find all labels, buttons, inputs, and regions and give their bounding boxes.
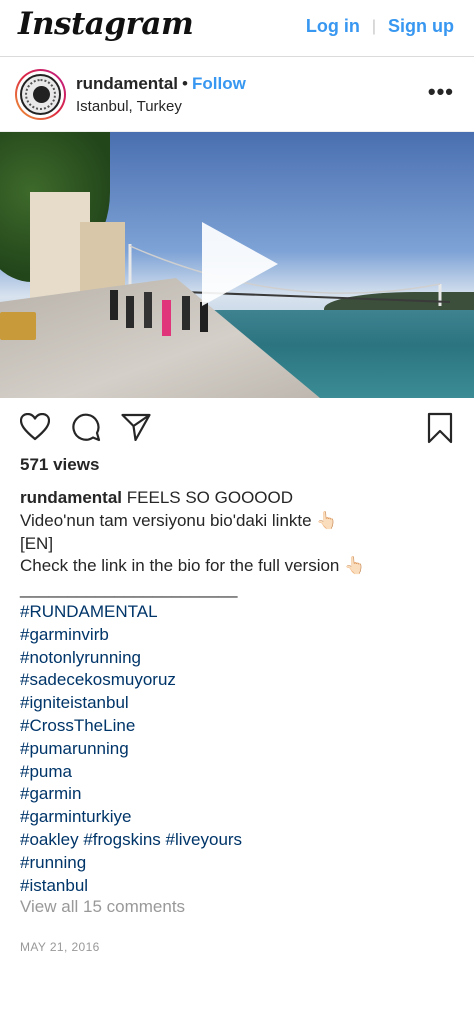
view-all-comments-link[interactable]: View all 15 comments bbox=[20, 897, 185, 917]
share-icon[interactable] bbox=[121, 413, 151, 441]
hashtag-link[interactable]: #RUNDAMENTAL bbox=[20, 601, 460, 624]
more-options-icon[interactable]: ••• bbox=[428, 79, 454, 105]
caption-line: Video'nun tam versiyonu bio'daki linkte … bbox=[20, 510, 338, 530]
comment-icon[interactable] bbox=[71, 412, 101, 442]
caption-text: FEELS SO GOOOOD bbox=[126, 488, 294, 507]
dot-separator: • bbox=[182, 74, 188, 93]
caption-line: Check the link in the bio for the full v… bbox=[20, 556, 366, 576]
play-icon[interactable] bbox=[202, 222, 278, 306]
video-player[interactable] bbox=[0, 132, 474, 398]
account-line: rundamental • Follow bbox=[76, 74, 246, 94]
auth-separator: | bbox=[371, 17, 376, 35]
post-location[interactable]: Istanbul, Turkey bbox=[76, 98, 182, 115]
hashtag-link[interactable]: #oakley #frogskins #liveyours bbox=[20, 829, 460, 852]
hashtag-link[interactable]: #garminvirb bbox=[20, 624, 460, 647]
instagram-logo[interactable]: Instagram bbox=[18, 6, 194, 42]
hashtag-link[interactable]: #sadecekosmuyoruz bbox=[20, 669, 460, 692]
heart-icon[interactable] bbox=[20, 413, 50, 441]
hashtag-link[interactable]: #istanbul bbox=[20, 875, 460, 898]
caption-username[interactable]: rundamental bbox=[20, 488, 122, 507]
post-caption: rundamental FEELS SO GOOOOD Video'nun ta… bbox=[20, 487, 460, 897]
hashtag-link[interactable]: #CrossTheLine bbox=[20, 715, 460, 738]
hashtag-link[interactable]: #garminturkiye bbox=[20, 806, 460, 829]
hashtag-link[interactable]: #running bbox=[20, 852, 460, 875]
hashtag-link[interactable]: #igniteistanbul bbox=[20, 692, 460, 715]
caption-line: _______________________ bbox=[20, 579, 238, 599]
bookmark-icon[interactable] bbox=[427, 412, 453, 444]
post-actions bbox=[0, 410, 474, 446]
post-username[interactable]: rundamental bbox=[76, 74, 178, 93]
signup-link[interactable]: Sign up bbox=[388, 16, 454, 37]
follow-button[interactable]: Follow bbox=[192, 74, 246, 93]
hashtag-link[interactable]: #garmin bbox=[20, 783, 460, 806]
avatar[interactable] bbox=[15, 69, 66, 120]
post-header: rundamental • Follow Istanbul, Turkey ••• bbox=[0, 57, 474, 132]
top-navigation-bar: Instagram Log in | Sign up bbox=[0, 0, 474, 57]
auth-links: Log in | Sign up bbox=[306, 16, 454, 37]
view-count[interactable]: 571 views bbox=[20, 455, 99, 475]
caption-line: [EN] bbox=[20, 533, 54, 553]
avatar-image bbox=[20, 74, 61, 115]
login-link[interactable]: Log in bbox=[306, 16, 360, 37]
hashtag-link[interactable]: #notonlyrunning bbox=[20, 647, 460, 670]
hashtag-link[interactable]: #puma bbox=[20, 761, 460, 784]
post-date[interactable]: MAY 21, 2016 bbox=[20, 940, 100, 954]
hashtag-link[interactable]: #pumarunning bbox=[20, 738, 460, 761]
